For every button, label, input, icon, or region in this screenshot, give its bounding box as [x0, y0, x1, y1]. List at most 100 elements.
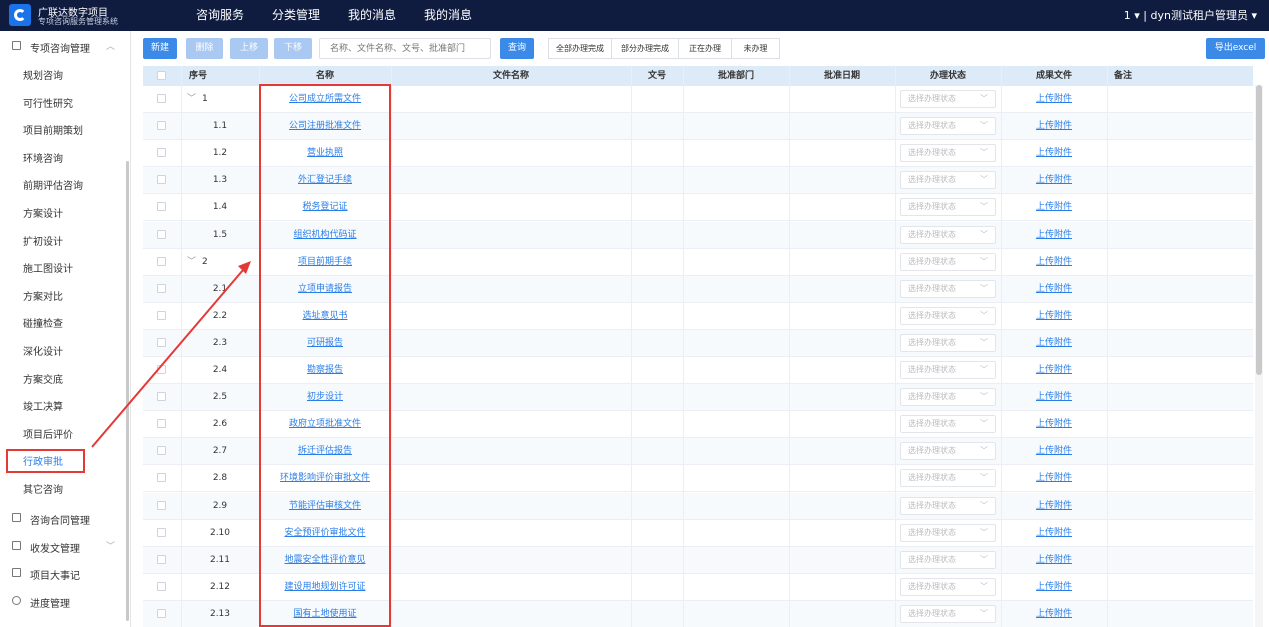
row-checkbox[interactable] — [157, 202, 166, 212]
top-nav-messages[interactable]: 我的消息 — [348, 0, 396, 31]
filter-partial-complete[interactable]: 部分办理完成 — [611, 38, 679, 59]
row-checkbox[interactable] — [157, 256, 166, 266]
upload-attachment-link[interactable]: 上传附件 — [1001, 520, 1107, 547]
export-excel-button[interactable]: 导出excel — [1206, 38, 1265, 59]
user-area[interactable]: 1 ▾ | dyn测试租户管理员 ▾ — [1124, 0, 1257, 31]
status-select[interactable]: 选择办理状态 ﹀ — [900, 333, 996, 352]
new-button[interactable]: 新建 — [143, 38, 177, 59]
table-scrollbar[interactable] — [1255, 85, 1263, 627]
sidebar-item[interactable]: 可行性研究 — [0, 88, 126, 115]
status-select[interactable]: 选择办理状态 ﹀ — [900, 279, 996, 298]
top-nav-consulting[interactable]: 咨询服务 — [196, 0, 244, 31]
row-checkbox[interactable] — [157, 500, 166, 510]
top-nav-category[interactable]: 分类管理 — [272, 0, 320, 31]
upload-attachment-link[interactable]: 上传附件 — [1001, 140, 1107, 167]
sidebar-item[interactable]: 施工图设计 — [0, 253, 126, 280]
row-checkbox[interactable] — [157, 310, 166, 320]
upload-attachment-link[interactable]: 上传附件 — [1001, 493, 1107, 520]
status-select[interactable]: 选择办理状态 ﹀ — [900, 577, 996, 596]
delete-button[interactable]: 删除 — [186, 38, 223, 59]
row-checkbox[interactable] — [157, 581, 166, 591]
status-select[interactable]: 选择办理状态 ﹀ — [900, 496, 996, 515]
upload-attachment-link[interactable]: 上传附件 — [1001, 249, 1107, 276]
sidebar-item[interactable]: 方案设计 — [0, 198, 126, 225]
upload-attachment-link[interactable]: 上传附件 — [1001, 276, 1107, 303]
sidebar-item[interactable]: 规划咨询 — [0, 60, 126, 87]
sidebar-item[interactable]: 方案交底 — [0, 364, 126, 391]
upload-attachment-link[interactable]: 上传附件 — [1001, 411, 1107, 438]
row-checkbox[interactable] — [157, 337, 166, 347]
upload-attachment-link[interactable]: 上传附件 — [1001, 86, 1107, 113]
sidebar-item[interactable]: 深化设计 — [0, 336, 126, 363]
upload-attachment-link[interactable]: 上传附件 — [1001, 194, 1107, 221]
row-checkbox[interactable] — [157, 175, 166, 185]
row-checkbox[interactable] — [157, 94, 166, 103]
upload-attachment-link[interactable]: 上传附件 — [1001, 438, 1107, 465]
upload-attachment-link[interactable]: 上传附件 — [1001, 330, 1107, 357]
row-checkbox[interactable] — [157, 527, 166, 537]
upload-attachment-link[interactable]: 上传附件 — [1001, 547, 1107, 574]
upload-attachment-link[interactable]: 上传附件 — [1001, 222, 1107, 249]
status-select[interactable]: 选择办理状态 ﹀ — [900, 415, 996, 434]
upload-attachment-link[interactable]: 上传附件 — [1001, 167, 1107, 194]
sidebar-item[interactable]: 项目前期策划 — [0, 115, 126, 142]
row-checkbox[interactable] — [157, 419, 166, 429]
upload-attachment-link[interactable]: 上传附件 — [1001, 113, 1107, 140]
status-select[interactable]: 选择办理状态 ﹀ — [900, 469, 996, 488]
row-checkbox[interactable] — [157, 365, 166, 374]
status-select[interactable]: 选择办理状态 ﹀ — [900, 90, 996, 108]
search-input[interactable] — [319, 38, 491, 59]
sidebar-item[interactable]: 环境咨询 — [0, 143, 126, 170]
status-select[interactable]: 选择办理状态 ﹀ — [900, 117, 996, 136]
select-all-checkbox[interactable] — [157, 71, 166, 80]
row-checkbox[interactable] — [157, 608, 166, 618]
status-select[interactable]: 选择办理状态 ﹀ — [900, 442, 996, 461]
expand-chevron-icon[interactable]: ﹀ — [187, 86, 196, 113]
row-checkbox[interactable] — [157, 121, 166, 131]
sidebar-item[interactable]: 前期评估咨询 — [0, 170, 126, 197]
row-checkbox[interactable] — [157, 554, 166, 564]
row-checkbox[interactable] — [157, 148, 166, 158]
upload-attachment-link[interactable]: 上传附件 — [1001, 303, 1107, 330]
status-select[interactable]: 选择办理状态 ﹀ — [900, 523, 996, 542]
status-select[interactable]: 选择办理状态 ﹀ — [900, 144, 996, 163]
sidebar-group-contract[interactable]: 咨询合同管理 — [0, 505, 126, 532]
expand-chevron-icon[interactable]: ﹀ — [187, 249, 196, 276]
sidebar-group-events[interactable]: 项目大事记 — [0, 560, 126, 587]
upload-attachment-link[interactable]: 上传附件 — [1001, 357, 1107, 384]
status-select[interactable]: 选择办理状态 ﹀ — [900, 550, 996, 569]
sidebar-scrollbar[interactable] — [126, 161, 129, 621]
sidebar-item[interactable]: 扩初设计 — [0, 226, 126, 253]
status-select[interactable]: 选择办理状态 ﹀ — [900, 225, 996, 244]
filter-not-handled[interactable]: 未办理 — [731, 38, 780, 59]
top-nav-messages-2[interactable]: 我的消息 — [424, 0, 472, 31]
status-select[interactable]: 选择办理状态 ﹀ — [900, 388, 996, 407]
status-select[interactable]: 选择办理状态 ﹀ — [900, 171, 996, 190]
row-checkbox[interactable] — [157, 283, 166, 293]
sidebar-item[interactable]: 方案对比 — [0, 281, 126, 308]
status-select[interactable]: 选择办理状态 ﹀ — [900, 361, 996, 379]
sidebar-item[interactable]: 碰撞检查 — [0, 308, 126, 335]
move-down-button[interactable]: 下移 — [274, 38, 312, 59]
row-checkbox[interactable] — [157, 446, 166, 456]
move-up-button[interactable]: 上移 — [230, 38, 268, 59]
row-checkbox[interactable] — [157, 392, 166, 402]
status-select[interactable]: 选择办理状态 ﹀ — [900, 252, 996, 271]
sidebar-item[interactable]: 竣工决算 — [0, 391, 126, 418]
status-select[interactable]: 选择办理状态 ﹀ — [900, 306, 996, 325]
row-checkbox[interactable] — [157, 473, 166, 483]
sidebar-item[interactable]: 其它咨询 — [0, 474, 126, 501]
upload-attachment-link[interactable]: 上传附件 — [1001, 384, 1107, 411]
sidebar-group-progress[interactable]: 进度管理 — [0, 588, 126, 615]
table-scrollbar-thumb[interactable] — [1256, 85, 1262, 375]
upload-attachment-link[interactable]: 上传附件 — [1001, 574, 1107, 601]
sidebar-group-documents[interactable]: 收发文管理 ﹀ — [0, 533, 126, 560]
filter-all-complete[interactable]: 全部办理完成 — [548, 38, 612, 59]
status-select[interactable]: 选择办理状态 ﹀ — [900, 198, 996, 217]
row-checkbox[interactable] — [157, 229, 166, 239]
filter-in-progress[interactable]: 正在办理 — [678, 38, 732, 59]
query-button[interactable]: 查询 — [500, 38, 534, 59]
upload-attachment-link[interactable]: 上传附件 — [1001, 601, 1107, 627]
upload-attachment-link[interactable]: 上传附件 — [1001, 465, 1107, 492]
status-select[interactable]: 选择办理状态 ﹀ — [900, 604, 996, 623]
